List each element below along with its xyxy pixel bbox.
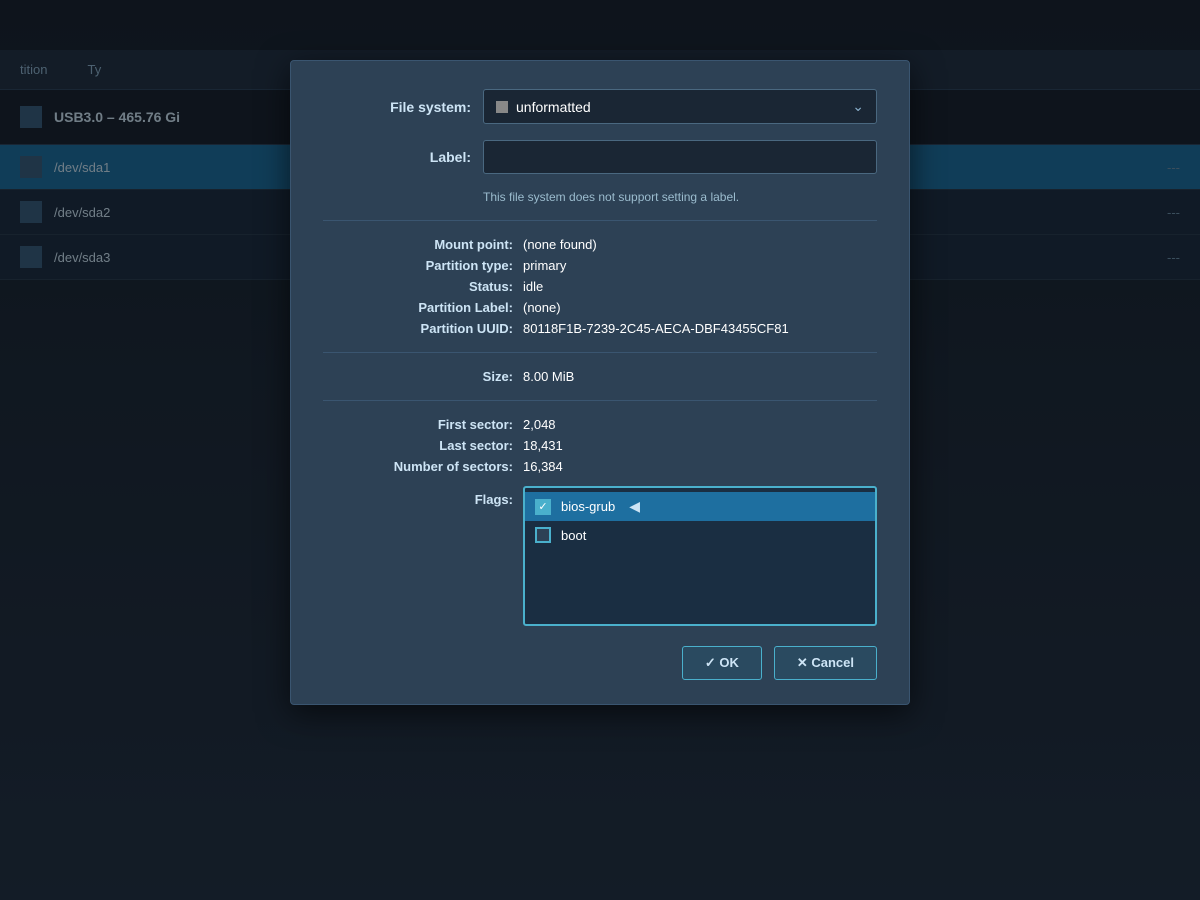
info-section: Mount point: (none found) Partition type… bbox=[323, 237, 877, 336]
sector-section: First sector: 2,048 Last sector: 18,431 … bbox=[323, 417, 877, 474]
label-row: Label: bbox=[323, 140, 877, 174]
num-sectors-val: 16,384 bbox=[523, 459, 563, 474]
status-row: Status: idle bbox=[323, 279, 877, 294]
status-val: idle bbox=[523, 279, 543, 294]
status-key: Status: bbox=[323, 279, 523, 294]
partition-uuid-val: 80118F1B-7239-2C45-AECA-DBF43455CF81 bbox=[523, 321, 789, 336]
chevron-down-icon: ⌄ bbox=[852, 98, 864, 115]
label-input[interactable] bbox=[483, 140, 877, 174]
file-system-icon bbox=[496, 101, 508, 113]
file-system-row: File system: unformatted ⌄ bbox=[323, 89, 877, 124]
partition-label-row: Partition Label: (none) bbox=[323, 300, 877, 315]
cursor-icon: ◀ bbox=[629, 498, 640, 515]
last-sector-row: Last sector: 18,431 bbox=[323, 438, 877, 453]
file-system-value: unformatted bbox=[516, 99, 591, 115]
first-sector-val: 2,048 bbox=[523, 417, 556, 432]
file-system-select-inner: unformatted bbox=[496, 99, 591, 115]
flags-list[interactable]: ✓ bios-grub ◀ boot bbox=[523, 486, 877, 626]
label-field[interactable] bbox=[483, 140, 877, 174]
mount-point-row: Mount point: (none found) bbox=[323, 237, 877, 252]
flags-row: Flags: ✓ bios-grub ◀ boot bbox=[323, 486, 877, 626]
num-sectors-row: Number of sectors: 16,384 bbox=[323, 459, 877, 474]
last-sector-key: Last sector: bbox=[323, 438, 523, 453]
size-section: Size: 8.00 MiB bbox=[323, 369, 877, 384]
partition-uuid-key: Partition UUID: bbox=[323, 321, 523, 336]
first-sector-key: First sector: bbox=[323, 417, 523, 432]
mount-point-val: (none found) bbox=[523, 237, 597, 252]
flag-name-boot: boot bbox=[561, 528, 586, 543]
partition-type-row: Partition type: primary bbox=[323, 258, 877, 273]
flag-item-bios-grub[interactable]: ✓ bios-grub ◀ bbox=[525, 492, 875, 521]
file-system-field[interactable]: unformatted ⌄ bbox=[483, 89, 877, 124]
size-key: Size: bbox=[323, 369, 523, 384]
partition-type-key: Partition type: bbox=[323, 258, 523, 273]
cancel-button[interactable]: ✕ Cancel bbox=[774, 646, 877, 680]
flag-name-bios-grub: bios-grub bbox=[561, 499, 615, 514]
mount-point-key: Mount point: bbox=[323, 237, 523, 252]
flags-label: Flags: bbox=[323, 486, 523, 507]
divider-3 bbox=[323, 400, 877, 401]
size-row: Size: 8.00 MiB bbox=[323, 369, 877, 384]
flag-checkbox-boot[interactable] bbox=[535, 527, 551, 543]
first-sector-row: First sector: 2,048 bbox=[323, 417, 877, 432]
divider-1 bbox=[323, 220, 877, 221]
file-system-select[interactable]: unformatted ⌄ bbox=[483, 89, 877, 124]
button-row: ✓ OK ✕ Cancel bbox=[323, 646, 877, 680]
partition-label-val: (none) bbox=[523, 300, 561, 315]
ok-button[interactable]: ✓ OK bbox=[682, 646, 762, 680]
partition-uuid-row: Partition UUID: 80118F1B-7239-2C45-AECA-… bbox=[323, 321, 877, 336]
partition-label-key: Partition Label: bbox=[323, 300, 523, 315]
file-system-label: File system: bbox=[323, 99, 483, 115]
partition-type-val: primary bbox=[523, 258, 566, 273]
partition-edit-dialog: File system: unformatted ⌄ Label: This f… bbox=[290, 60, 910, 705]
last-sector-val: 18,431 bbox=[523, 438, 563, 453]
size-val: 8.00 MiB bbox=[523, 369, 574, 384]
label-hint: This file system does not support settin… bbox=[483, 190, 877, 204]
num-sectors-key: Number of sectors: bbox=[323, 459, 523, 474]
label-label: Label: bbox=[323, 149, 483, 165]
divider-2 bbox=[323, 352, 877, 353]
flag-checkbox-bios-grub[interactable]: ✓ bbox=[535, 499, 551, 515]
modal-overlay: File system: unformatted ⌄ Label: This f… bbox=[0, 0, 1200, 900]
flag-item-boot[interactable]: boot bbox=[525, 521, 875, 549]
